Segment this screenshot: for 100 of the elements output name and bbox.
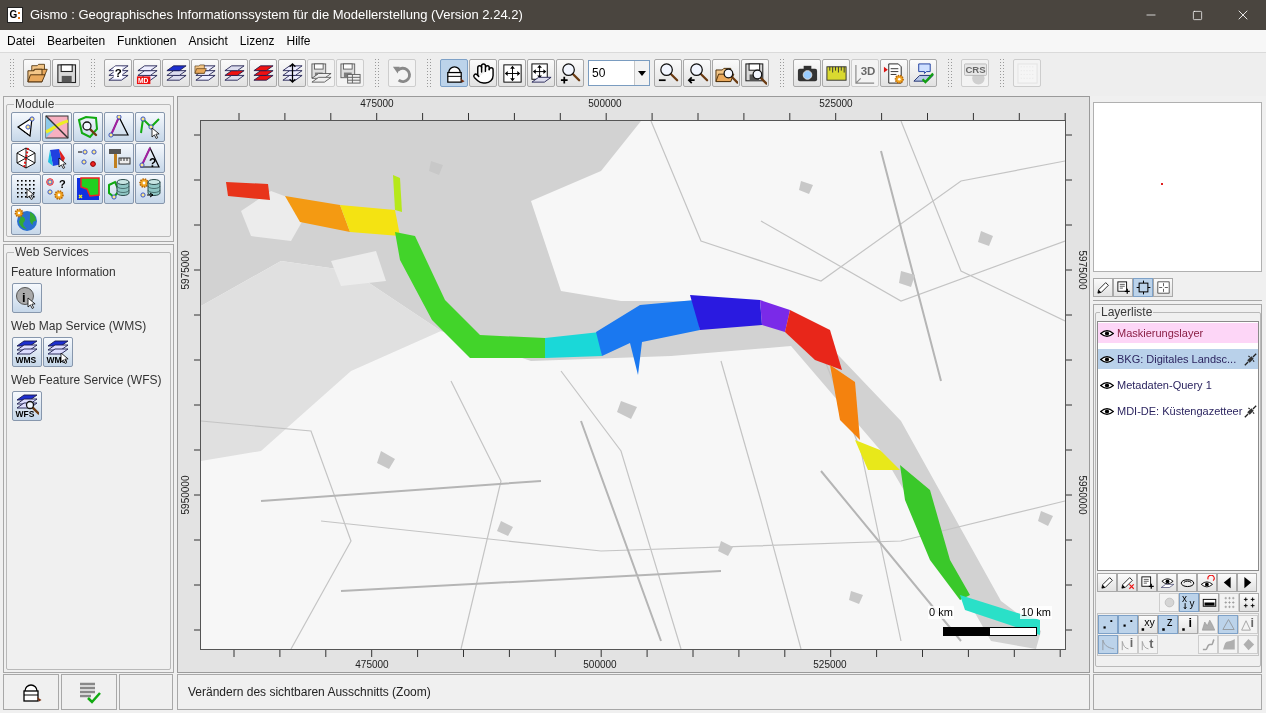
folder-search-button[interactable] bbox=[712, 59, 740, 87]
pencil-icon bbox=[1095, 280, 1111, 295]
polyline-cursor-icon bbox=[138, 115, 162, 139]
folder-stack-button[interactable] bbox=[23, 59, 51, 87]
dot-grid-cursor-button[interactable] bbox=[11, 174, 41, 204]
menu-item[interactable]: Lizenz bbox=[233, 31, 281, 51]
eye-icon[interactable] bbox=[1100, 380, 1114, 390]
triangle-right-button[interactable] bbox=[1237, 573, 1257, 592]
floppy-layers-icon bbox=[309, 61, 333, 85]
globe-gear-button[interactable] bbox=[11, 205, 41, 235]
triangle-left-button[interactable] bbox=[1217, 573, 1237, 592]
crosshair-frame-button[interactable] bbox=[1133, 278, 1153, 297]
camera-button[interactable] bbox=[793, 59, 821, 87]
document-gear-icon bbox=[882, 61, 906, 85]
zoom-out-button[interactable] bbox=[654, 59, 682, 87]
diamond-icon bbox=[1240, 637, 1256, 652]
axis-label: 500000 bbox=[583, 659, 617, 671]
layer-list-item[interactable]: BKG: Digitales Landsc... bbox=[1098, 349, 1258, 369]
zoom-in-button[interactable] bbox=[556, 59, 584, 87]
pencil-icon bbox=[1099, 575, 1115, 590]
eye-refresh-button[interactable] bbox=[1197, 573, 1217, 592]
expand-arrows-button[interactable] bbox=[498, 59, 526, 87]
axis-label: 5950000 bbox=[1076, 475, 1088, 515]
axis-label: 475000 bbox=[355, 659, 389, 671]
eye-layers-icon bbox=[1159, 575, 1175, 590]
triangle-nodes-icon bbox=[107, 115, 131, 139]
polygon-database-button[interactable] bbox=[104, 174, 134, 204]
triangle-icon bbox=[1220, 617, 1236, 632]
list-check-icon[interactable] bbox=[77, 680, 101, 704]
point-pair-button[interactable] bbox=[1098, 615, 1118, 634]
triangle-points-button[interactable] bbox=[11, 112, 41, 142]
expand-layer-button[interactable] bbox=[527, 59, 555, 87]
layers-folder-button[interactable] bbox=[191, 59, 219, 87]
document-add-button[interactable] bbox=[1137, 573, 1157, 592]
filled-shape-icon bbox=[1220, 637, 1236, 652]
raster-map-button[interactable] bbox=[73, 174, 103, 204]
pencil-delete-button[interactable] bbox=[1117, 573, 1137, 592]
mesh-cut-button[interactable] bbox=[11, 143, 41, 173]
globe-gear-icon bbox=[14, 208, 38, 232]
message-check-icon bbox=[911, 61, 935, 85]
bar-field-button[interactable] bbox=[1199, 593, 1219, 612]
axis-label: 525000 bbox=[813, 659, 847, 671]
eye-layers-button[interactable] bbox=[1157, 573, 1177, 592]
document-gear-button[interactable] bbox=[880, 59, 908, 87]
pencil-button[interactable] bbox=[1097, 573, 1117, 592]
group-title: Web Services bbox=[14, 245, 90, 259]
point-xy-button[interactable]: xy bbox=[1138, 615, 1158, 634]
group-title: Layerliste bbox=[1100, 305, 1154, 319]
eye-icon[interactable] bbox=[1100, 406, 1114, 416]
layers-question-button[interactable]: ? bbox=[104, 59, 132, 87]
axis-label: 525000 bbox=[819, 98, 853, 110]
eye-outline-button[interactable] bbox=[1177, 573, 1197, 592]
scale-label: 0 km bbox=[928, 606, 954, 619]
four-plus-button[interactable] bbox=[1239, 593, 1259, 612]
circle-icon bbox=[1161, 595, 1177, 610]
hammer-ruler-icon bbox=[107, 146, 131, 170]
raster-map-icon bbox=[76, 177, 100, 201]
layers-middle-button[interactable] bbox=[220, 59, 248, 87]
caret-icon bbox=[638, 70, 646, 76]
ruler-button[interactable] bbox=[822, 59, 850, 87]
layers-top-button[interactable] bbox=[162, 59, 190, 87]
layers-arrows-button[interactable] bbox=[278, 59, 306, 87]
padlock-button[interactable] bbox=[440, 59, 468, 87]
layers-filled-button[interactable] bbox=[249, 59, 277, 87]
points-button[interactable] bbox=[73, 143, 103, 173]
hammer-ruler-button[interactable] bbox=[104, 143, 134, 173]
pencil-delete-icon bbox=[1119, 575, 1135, 590]
frame-center-button[interactable] bbox=[1153, 278, 1173, 297]
eye-icon[interactable] bbox=[1100, 354, 1114, 364]
menu-item[interactable]: Hilfe bbox=[280, 31, 317, 51]
window-title: Gismo : Geographisches Informationssystem für die Modellerstellung (Version 2.24.2) bbox=[30, 6, 523, 25]
menu-item[interactable]: Ansicht bbox=[182, 31, 234, 51]
floppy-search-button[interactable] bbox=[741, 59, 769, 87]
message-check-button[interactable] bbox=[909, 59, 937, 87]
status-message: Verändern des sichtbaren Ausschnitts (Zoom) bbox=[177, 674, 1090, 710]
document-add-button[interactable] bbox=[1113, 278, 1133, 297]
floppy-disk-button[interactable] bbox=[52, 59, 80, 87]
point-pair-button[interactable] bbox=[1118, 615, 1138, 634]
triangle-nodes-button[interactable] bbox=[104, 112, 134, 142]
menu-item[interactable]: Bearbeiten bbox=[41, 31, 112, 51]
eye-icon[interactable] bbox=[1100, 328, 1114, 338]
document-add-icon bbox=[1115, 280, 1131, 295]
menu-item[interactable]: Funktionen bbox=[111, 31, 183, 51]
pencil-button[interactable] bbox=[1093, 278, 1113, 297]
zoom-combobox[interactable]: 50 bbox=[588, 60, 650, 86]
xy-arrow-button[interactable]: x y bbox=[1179, 593, 1199, 612]
layer-list-item[interactable]: Maskierungslayer bbox=[1098, 323, 1258, 343]
dropdown-button[interactable] bbox=[634, 61, 649, 85]
road-map-button[interactable] bbox=[42, 112, 72, 142]
zoom-previous-button[interactable] bbox=[683, 59, 711, 87]
point-z-button[interactable]: z bbox=[1158, 615, 1178, 634]
polyline-cursor-button[interactable] bbox=[135, 112, 165, 142]
point-i-button[interactable]: i bbox=[1178, 615, 1198, 634]
gear-database-button[interactable] bbox=[135, 174, 165, 204]
hand-button[interactable] bbox=[469, 59, 497, 87]
prism-cursor-button[interactable] bbox=[42, 143, 72, 173]
position-marker-icon bbox=[1161, 183, 1163, 185]
menu-item[interactable]: Datei bbox=[1, 31, 41, 51]
maximize-icon bbox=[1191, 9, 1203, 21]
polygon-search-button[interactable] bbox=[73, 112, 103, 142]
